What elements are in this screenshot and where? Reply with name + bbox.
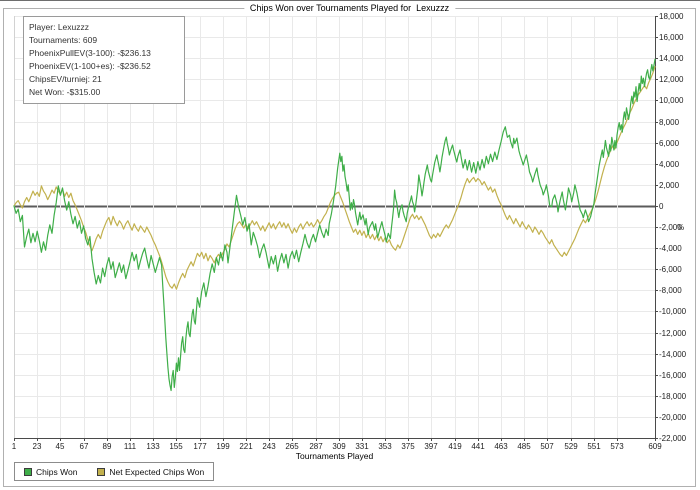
y-tick-label: -8,000 <box>659 286 682 295</box>
y-tick-label: 12,000 <box>659 75 684 84</box>
chart-title: Chips Won over Tournaments Played for Le… <box>243 3 456 13</box>
y-tick-label: 10,000 <box>659 96 684 105</box>
y-tick-label: -16,000 <box>659 371 687 380</box>
y-tick-label: -10,000 <box>659 307 687 316</box>
x-axis-title: Tournaments Played <box>295 451 374 461</box>
y-tick-label: 0 <box>659 202 664 211</box>
y-tick-label: 2,000 <box>659 181 680 190</box>
legend-swatch-icon <box>97 467 106 476</box>
y-tick-label: 8,000 <box>659 118 680 127</box>
legend-label: Chips Won <box>36 466 78 477</box>
stat-line: Player: Lexuzzz <box>29 22 89 32</box>
y-tick-label: -20,000 <box>659 413 687 422</box>
y-tick-label: 16,000 <box>659 33 684 42</box>
y-tick-label: -14,000 <box>659 350 687 359</box>
y-tick-label: -18,000 <box>659 392 687 401</box>
legend-item: Net Expected Chips Won <box>97 467 204 477</box>
y-tick-label: -12,000 <box>659 329 687 338</box>
y-tick-label: 4,000 <box>659 160 680 169</box>
stat-line: PhoenixPullEV(3-100): -$236.13 <box>29 48 151 58</box>
y-tick-label: -4,000 <box>659 244 682 253</box>
legend-label: Net Expected Chips Won <box>109 466 205 477</box>
stat-line: ChipsEV/turniej: 21 <box>29 74 102 84</box>
chart-legend: Chips Won Net Expected Chips Won <box>14 462 215 481</box>
stat-line: Net Won: -$315.00 <box>29 87 101 97</box>
y-tick-label: 18,000 <box>659 12 684 21</box>
x-tick-label: 609 <box>648 442 662 451</box>
legend-swatch-icon <box>24 467 32 476</box>
application-window: Chips Won over Tournaments Played for Le… <box>0 0 700 490</box>
stat-line: Tournaments: 609 <box>29 35 98 45</box>
y-tick-label: -6,000 <box>659 265 682 274</box>
y-tick-label: 6,000 <box>659 139 680 148</box>
percent-axis-icon: % <box>677 223 685 232</box>
x-tick-label: 573 <box>610 442 624 451</box>
stat-line: PhoenixEV(1-100+es): -$236.52 <box>29 61 151 71</box>
stats-box: Player: Lexuzzz Tournaments: 609 PhoenixPu… <box>23 16 185 104</box>
y-tick-label: 14,000 <box>659 54 684 63</box>
legend-item: Chips Won <box>24 467 77 477</box>
